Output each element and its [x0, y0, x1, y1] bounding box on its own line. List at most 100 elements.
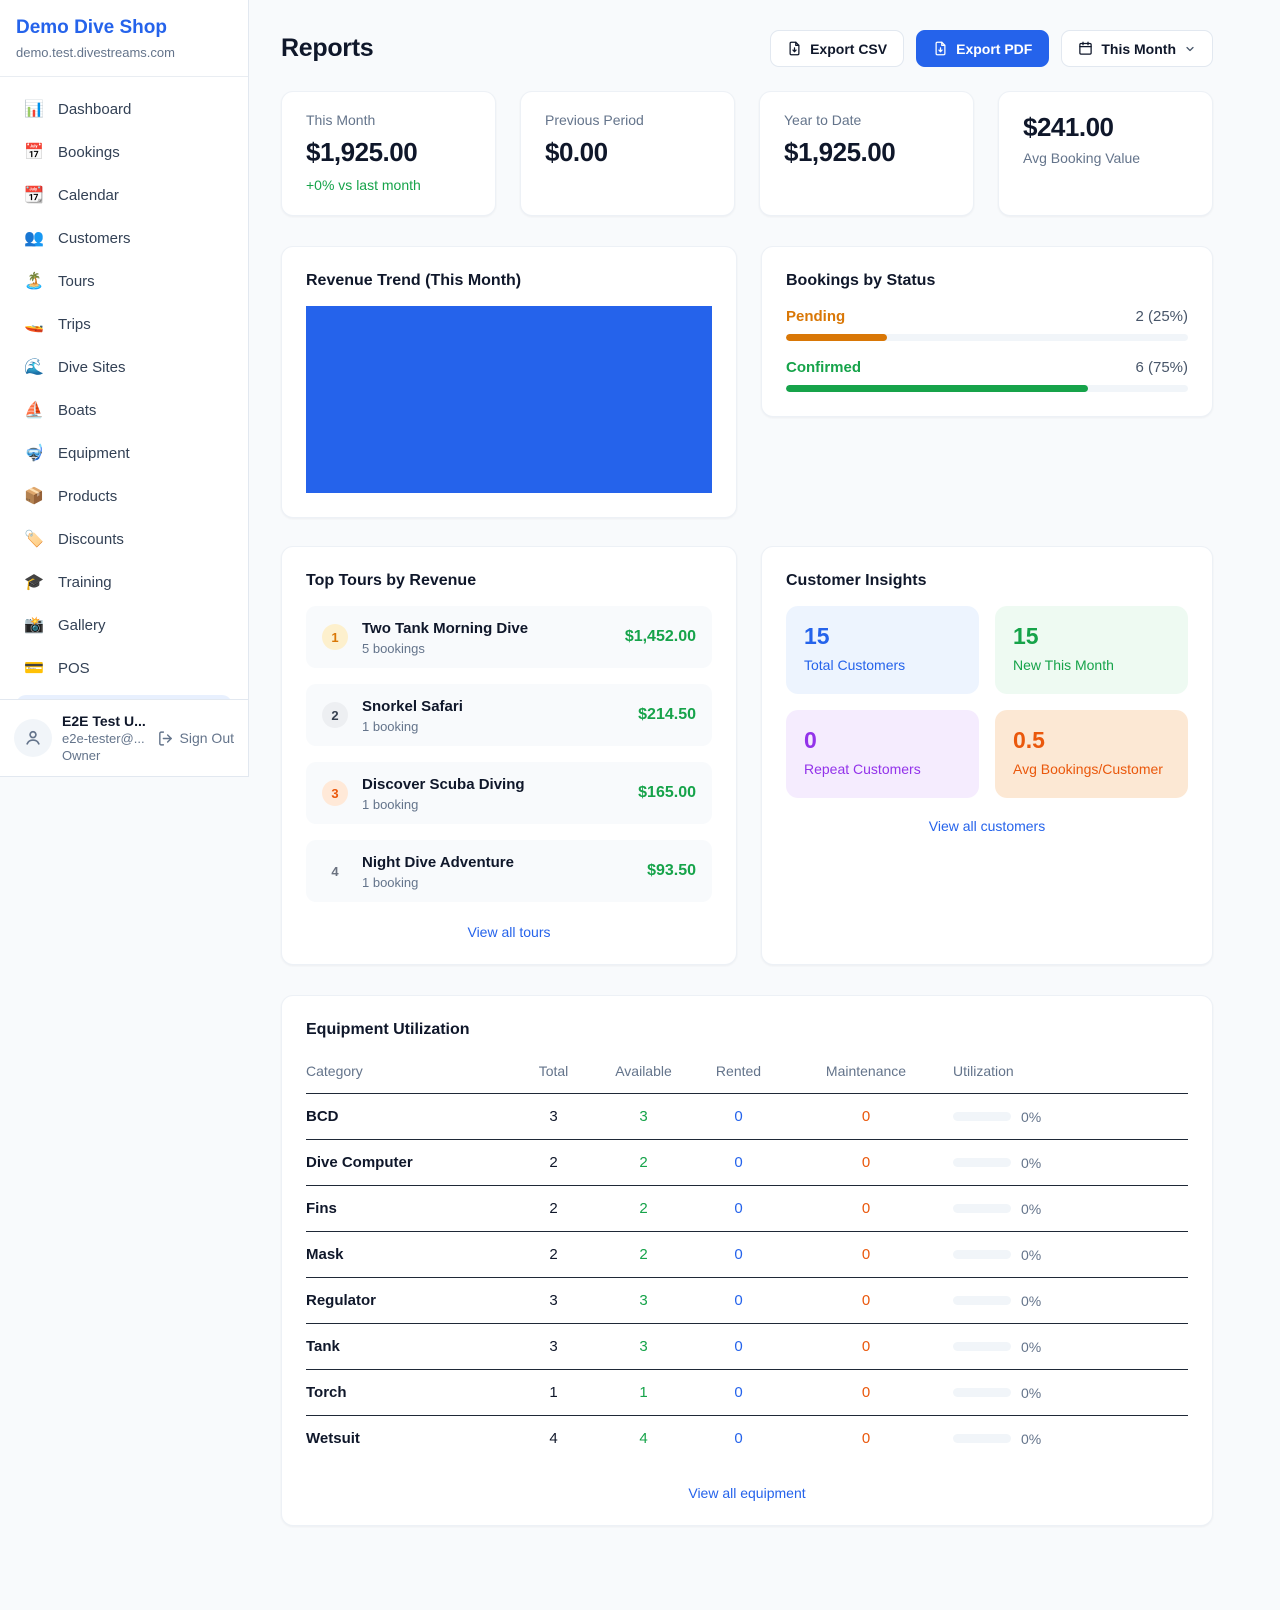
equipment-total: 2 [506, 1232, 601, 1278]
sidebar-item-equipment[interactable]: 🤿 Equipment [12, 437, 236, 471]
package-icon: 📦 [24, 487, 44, 507]
utilization-bar [953, 1158, 1011, 1167]
export-csv-button[interactable]: Export CSV [770, 30, 904, 67]
column-header-utilization: Utilization [941, 1057, 1188, 1094]
table-row: BCD 3 3 0 0 0% [306, 1094, 1188, 1140]
sidebar-item-label: Bookings [58, 143, 120, 163]
top-tours-card: Top Tours by Revenue 1 Two Tank Morning … [281, 546, 737, 965]
credit-card-icon: 💳 [24, 659, 44, 679]
equipment-utilization-card: Equipment Utilization Category Total Ava… [281, 995, 1213, 1526]
stat-label: Avg Booking Value [1023, 150, 1188, 167]
view-all-tours-link[interactable]: View all tours [306, 924, 712, 940]
card-title: Top Tours by Revenue [306, 571, 712, 590]
equipment-category: Tank [306, 1324, 506, 1370]
equipment-category: Torch [306, 1370, 506, 1416]
list-item[interactable]: 1 Two Tank Morning Dive 5 bookings $1,45… [306, 606, 712, 668]
table-row: Torch 1 1 0 0 0% [306, 1370, 1188, 1416]
view-all-customers-link[interactable]: View all customers [786, 818, 1188, 834]
table-row: Fins 2 2 0 0 0% [306, 1186, 1188, 1232]
main-content: Reports Export CSV Export PDF This Month… [249, 0, 1280, 1601]
sidebar-item-label: Dashboard [58, 100, 131, 120]
table-row: Mask 2 2 0 0 0% [306, 1232, 1188, 1278]
progress-fill [786, 334, 887, 341]
sidebar-item-customers[interactable]: 👥 Customers [12, 222, 236, 256]
sidebar: Demo Dive Shop demo.test.divestreams.com… [0, 0, 249, 777]
tour-bookings: 1 booking [362, 719, 624, 734]
insight-tile-repeat-customers: 0 Repeat Customers [786, 710, 979, 798]
sidebar-item-trips[interactable]: 🚤 Trips [12, 308, 236, 342]
equipment-category: Dive Computer [306, 1140, 506, 1186]
tile-value: 0.5 [1013, 727, 1170, 754]
stat-label: Year to Date [784, 112, 949, 129]
sidebar-item-label: Gallery [58, 616, 106, 636]
tour-name: Night Dive Adventure [362, 853, 633, 872]
brand-title[interactable]: Demo Dive Shop [16, 16, 232, 40]
sidebar-item-training[interactable]: 🎓 Training [12, 566, 236, 600]
equipment-available: 3 [601, 1094, 686, 1140]
utilization-bar [953, 1250, 1011, 1259]
island-icon: 🏝️ [24, 272, 44, 292]
equipment-category: Fins [306, 1186, 506, 1232]
period-label: This Month [1101, 41, 1176, 57]
tour-bookings: 1 booking [362, 797, 624, 812]
equipment-total: 2 [506, 1186, 601, 1232]
user-footer: E2E Test U... e2e-tester@... Owner Sign … [0, 699, 248, 776]
status-count: 2 (25%) [1135, 308, 1188, 325]
equipment-utilization: 0% [941, 1293, 1188, 1309]
sidebar-item-tours[interactable]: 🏝️ Tours [12, 265, 236, 299]
equipment-maintenance: 0 [791, 1232, 941, 1278]
stat-label: Previous Period [545, 112, 710, 129]
page-title: Reports [281, 34, 373, 63]
list-item[interactable]: 3 Discover Scuba Diving 1 booking $165.0… [306, 762, 712, 824]
sign-out-button[interactable]: Sign Out [157, 730, 234, 747]
user-name: E2E Test U... [62, 713, 147, 730]
sidebar-item-bookings[interactable]: 📅 Bookings [12, 136, 236, 170]
list-item[interactable]: 2 Snorkel Safari 1 booking $214.50 [306, 684, 712, 746]
equipment-category: BCD [306, 1094, 506, 1140]
tag-icon: 🏷️ [24, 530, 44, 550]
sidebar-item-label: Customers [58, 229, 131, 249]
view-all-equipment-link[interactable]: View all equipment [306, 1485, 1188, 1501]
brand: Demo Dive Shop demo.test.divestreams.com [0, 0, 248, 77]
tile-value: 15 [1013, 623, 1170, 650]
sidebar-item-pos[interactable]: 💳 POS [12, 652, 236, 686]
customer-insights-card: Customer Insights 15 Total Customers 15 … [761, 546, 1213, 965]
tour-bookings: 1 booking [362, 875, 633, 890]
stat-card-this-month: This Month $1,925.00 +0% vs last month [281, 91, 496, 216]
utilization-bar [953, 1204, 1011, 1213]
sidebar-item-dashboard[interactable]: 📊 Dashboard [12, 93, 236, 127]
status-count: 6 (75%) [1135, 359, 1188, 376]
list-item[interactable]: 4 Night Dive Adventure 1 booking $93.50 [306, 840, 712, 902]
sidebar-item-calendar[interactable]: 📆 Calendar [12, 179, 236, 213]
equipment-rented: 0 [686, 1140, 791, 1186]
column-header-total: Total [506, 1057, 601, 1094]
equipment-maintenance: 0 [791, 1140, 941, 1186]
sidebar-item-dive-sites[interactable]: 🌊 Dive Sites [12, 351, 236, 385]
equipment-category: Mask [306, 1232, 506, 1278]
user-meta: E2E Test U... e2e-tester@... Owner [62, 713, 147, 764]
sign-out-label: Sign Out [180, 730, 234, 746]
progress-fill [786, 385, 1088, 392]
tile-label: Repeat Customers [804, 761, 961, 777]
equipment-rented: 0 [686, 1324, 791, 1370]
export-pdf-button[interactable]: Export PDF [916, 30, 1049, 67]
sidebar-item-products[interactable]: 📦 Products [12, 480, 236, 514]
table-row: Wetsuit 4 4 0 0 0% [306, 1416, 1188, 1462]
equipment-rented: 0 [686, 1278, 791, 1324]
page-header: Reports Export CSV Export PDF This Month [281, 30, 1213, 67]
equipment-category: Regulator [306, 1278, 506, 1324]
utilization-bar [953, 1388, 1011, 1397]
equipment-maintenance: 0 [791, 1324, 941, 1370]
column-header-rented: Rented [686, 1057, 791, 1094]
equipment-available: 3 [601, 1324, 686, 1370]
export-pdf-label: Export PDF [956, 41, 1032, 57]
table-header-row: Category Total Available Rented Maintena… [306, 1057, 1188, 1094]
person-icon [23, 728, 43, 748]
period-select[interactable]: This Month [1061, 30, 1213, 67]
sidebar-item-gallery[interactable]: 📸 Gallery [12, 609, 236, 643]
sidebar-item-boats[interactable]: ⛵ Boats [12, 394, 236, 428]
graduation-cap-icon: 🎓 [24, 573, 44, 593]
revenue-trend-chart[interactable] [306, 306, 712, 493]
sidebar-item-discounts[interactable]: 🏷️ Discounts [12, 523, 236, 557]
stats-row: This Month $1,925.00 +0% vs last month P… [281, 91, 1213, 216]
